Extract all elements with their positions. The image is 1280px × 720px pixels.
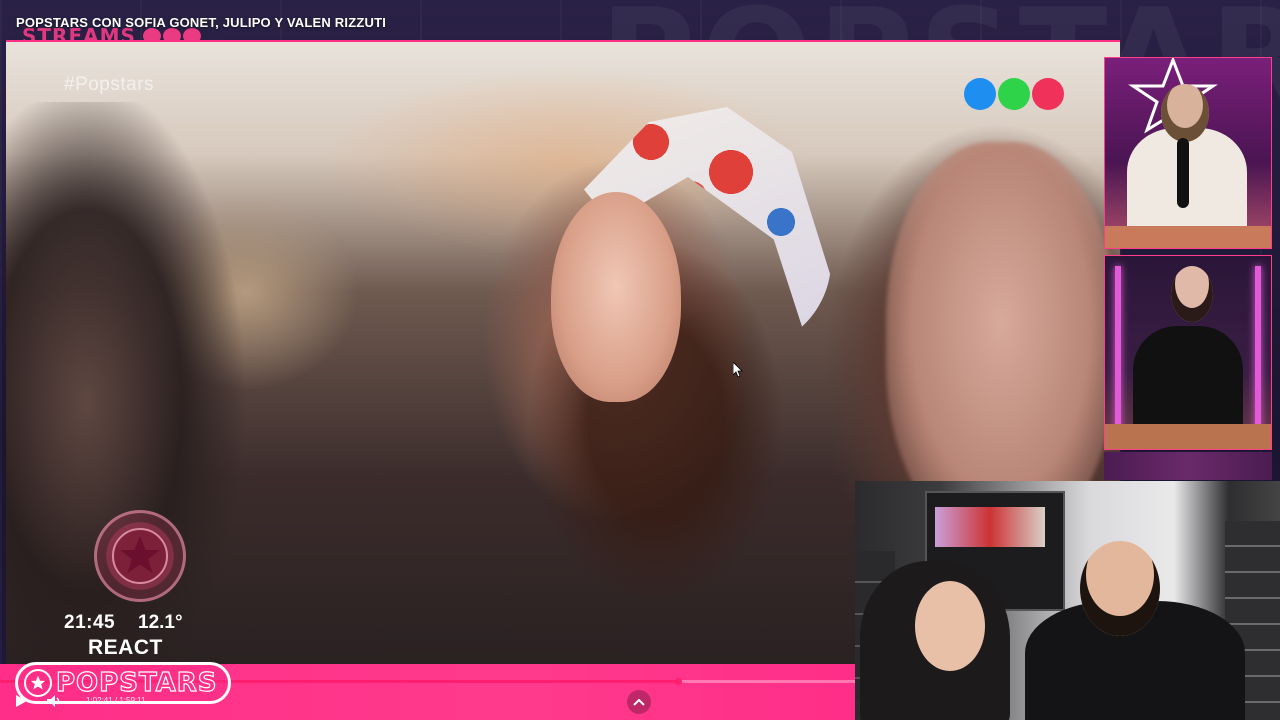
logo-star-icon [24, 669, 52, 697]
neon-light [1115, 266, 1121, 436]
host-2-body [1133, 326, 1243, 436]
camera-feed-guests[interactable] [855, 481, 1280, 720]
video-title: POPSTARS CON SOFIA GONET, JULIPO Y VALEN… [16, 15, 387, 30]
desk [1105, 226, 1271, 248]
camera-feed-partial [1104, 452, 1272, 480]
network-logo [964, 78, 1064, 110]
seek-bar-thumb[interactable] [675, 678, 682, 685]
desk [1105, 424, 1271, 449]
hashtag-overlay: #Popstars [64, 74, 155, 95]
hud-react-label: REACT [88, 636, 163, 659]
camera-feed-host-2[interactable] [1104, 255, 1272, 450]
microphone-icon [1177, 138, 1189, 208]
host-1-head [1161, 84, 1209, 142]
mouse-cursor-icon [732, 361, 743, 378]
play-icon[interactable] [14, 694, 28, 708]
shelf-items [935, 507, 1045, 547]
hud-temperature: 12.1° [138, 612, 183, 633]
logo-text: POPSTARS [55, 667, 218, 698]
chevron-up-icon[interactable] [627, 690, 651, 714]
time-display: 1:02:41 / 1:59:11 [86, 696, 146, 705]
volume-icon[interactable] [46, 694, 64, 708]
video-subject-face [551, 192, 681, 402]
guest-2-face [1080, 541, 1160, 636]
network-dot-red [1032, 78, 1064, 110]
guest-1-face [915, 581, 985, 671]
star-badge-icon [94, 510, 186, 602]
network-dot-blue [964, 78, 996, 110]
host-2-head [1171, 266, 1213, 322]
network-dot-green [998, 78, 1030, 110]
neon-light [1255, 266, 1261, 436]
camera-feed-host-1[interactable] [1104, 57, 1272, 249]
hud-clock: 21:45 [64, 612, 116, 633]
star-icon [112, 528, 168, 584]
